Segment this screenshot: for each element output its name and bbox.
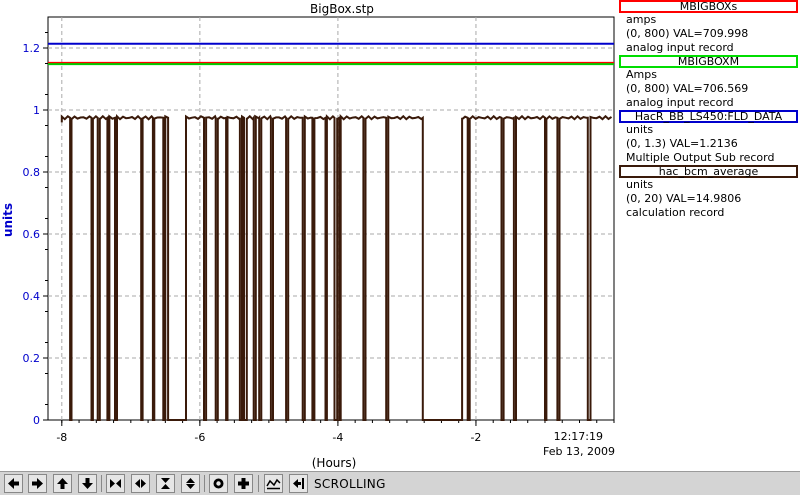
legend-record: analog input record	[626, 41, 734, 54]
arrow-down-icon	[82, 478, 93, 489]
y-tick-label: 0.2	[23, 352, 41, 365]
legend-units: Amps	[626, 68, 657, 81]
scroll-mode-button[interactable]	[264, 474, 283, 493]
arrow-right-icon	[32, 478, 43, 489]
legend-name: HacR_BB_LS450:FLD_DATA	[634, 110, 783, 123]
legend-name: MBIGBOXM	[677, 55, 740, 68]
grid-lines	[48, 17, 614, 420]
arrow-left-icon	[8, 478, 19, 489]
scroll-up-button[interactable]	[53, 474, 72, 493]
legend-entry[interactable]: MBIGBOXM Amps (0, 800) VAL=706.569 analo…	[619, 55, 800, 110]
scroll-right-button[interactable]	[28, 474, 47, 493]
legend-range: (0, 800) VAL=709.998	[626, 27, 749, 40]
legend-record: calculation record	[626, 206, 725, 219]
toolbar-separator	[258, 475, 259, 492]
zoom-out-x-icon	[135, 479, 146, 488]
legend-units: amps	[626, 13, 657, 26]
zoom-out-x-button[interactable]	[131, 474, 150, 493]
y-tick-label: 1	[33, 104, 40, 117]
circle-icon	[213, 478, 224, 489]
chart-title: BigBox.stp	[310, 2, 374, 16]
toolbar-separator	[204, 475, 205, 492]
auto-scale-button[interactable]	[209, 474, 228, 493]
date-label: Feb 13, 2009	[543, 445, 615, 458]
status-label: SCROLLING	[314, 477, 386, 491]
zoom-in-y-icon	[161, 478, 170, 489]
plot-frame	[47, 16, 615, 421]
legend-entry[interactable]: HacR_BB_LS450:FLD_DATA units (0, 1.3) VA…	[619, 110, 800, 165]
y-tick-label: 0.6	[23, 228, 41, 241]
hold-button[interactable]	[289, 474, 308, 493]
legend-entry[interactable]: MBIGBOXs amps (0, 800) VAL=709.998 analo…	[619, 0, 800, 55]
y-axis[interactable]: 0 0.2 0.4 0.6 0.8 1 1.2	[23, 32, 49, 428]
time-label: 12:17:19	[554, 430, 603, 443]
y-axis-label: units	[1, 203, 15, 237]
x-tick-label: -4	[332, 431, 343, 444]
arrow-to-bar-icon	[293, 478, 304, 489]
waveform-icon	[266, 478, 281, 490]
zoom-out-y-icon	[186, 478, 195, 489]
plus-icon	[238, 478, 249, 489]
y-tick-label: 0.8	[23, 166, 41, 179]
chart-area: BigBox.stp 0 0.2 0.4 0.6 0.8 1 1.2 -8 -6 -4 -2 un…	[1, 2, 615, 470]
legend-swatch[interactable]: HacR_BB_LS450:FLD_DATA	[619, 110, 798, 123]
x-axis-label: (Hours)	[312, 456, 357, 470]
zoom-out-y-button[interactable]	[181, 474, 200, 493]
legend-record: Multiple Output Sub record	[626, 151, 775, 164]
legend-name: MBIGBOXs	[679, 0, 738, 13]
series-line	[60, 113, 613, 421]
legend-units: units	[626, 123, 654, 136]
legend-record: analog input record	[626, 96, 734, 109]
scroll-left-button[interactable]	[4, 474, 23, 493]
legend-name: hac_bcm_average	[658, 165, 759, 178]
legend-swatch[interactable]: MBIGBOXM	[619, 55, 798, 68]
legend-units: units	[626, 178, 654, 191]
legend-panel: MBIGBOXs amps (0, 800) VAL=709.998 analo…	[619, 0, 800, 220]
legend-range: (0, 800) VAL=706.569	[626, 82, 749, 95]
zoom-in-y-button[interactable]	[156, 474, 175, 493]
series-layer	[48, 42, 614, 421]
legend-entry[interactable]: hac_bcm_average units (0, 20) VAL=14.980…	[619, 165, 800, 220]
add-button[interactable]	[234, 474, 253, 493]
x-tick-label: -8	[56, 431, 67, 444]
x-tick-label: -6	[194, 431, 205, 444]
zoom-in-x-button[interactable]	[106, 474, 125, 493]
legend-swatch[interactable]: hac_bcm_average	[619, 165, 798, 178]
legend-range: (0, 1.3) VAL=1.2136	[626, 137, 738, 150]
toolbar-separator	[101, 475, 102, 492]
toolbar: SCROLLING	[0, 471, 800, 495]
x-axis[interactable]: -8 -6 -4 -2	[56, 420, 615, 444]
legend-range: (0, 20) VAL=14.9806	[626, 192, 742, 205]
y-tick-label: 0.4	[23, 290, 41, 303]
zoom-in-x-icon	[110, 479, 121, 488]
x-tick-label: -2	[470, 431, 481, 444]
arrow-up-icon	[57, 478, 68, 489]
legend-swatch[interactable]: MBIGBOXs	[619, 0, 798, 13]
scroll-down-button[interactable]	[78, 474, 97, 493]
y-tick-label: 0	[33, 414, 40, 427]
y-tick-label: 1.2	[23, 42, 41, 55]
